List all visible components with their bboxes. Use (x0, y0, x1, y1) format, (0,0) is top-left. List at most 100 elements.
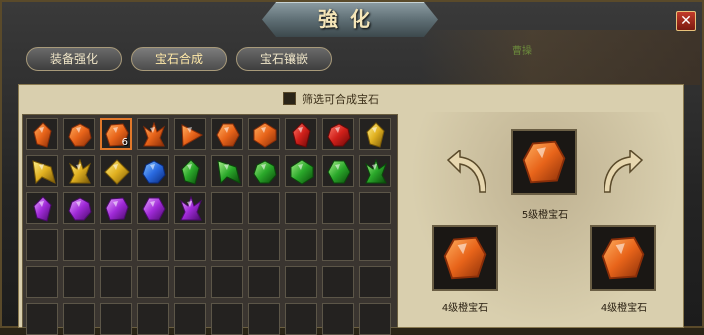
inventory-slot[interactable] (248, 303, 280, 335)
inventory-slot[interactable] (174, 266, 206, 298)
orange-gem-icon (443, 236, 487, 280)
yellow-gem-icon (366, 122, 385, 148)
close-button[interactable]: ✕ (676, 11, 696, 31)
purple-gem-icon (105, 197, 129, 221)
inventory-slot[interactable] (322, 229, 354, 261)
result-gem-label: 5级橙宝石 (521, 210, 569, 221)
inventory-slot[interactable] (359, 118, 391, 150)
inventory-slot[interactable] (100, 266, 132, 298)
inventory-slot[interactable] (359, 155, 391, 187)
inventory-slot[interactable] (211, 229, 243, 261)
inventory-slot[interactable] (211, 192, 243, 224)
orange-gem-icon (601, 236, 645, 280)
inventory-slot[interactable] (211, 155, 243, 187)
inventory-slot[interactable] (359, 266, 391, 298)
inventory-slot[interactable] (137, 118, 169, 150)
inventory-slot[interactable] (26, 303, 58, 335)
purple-gem-icon (142, 197, 166, 221)
inventory-slot[interactable] (100, 192, 132, 224)
yellow-gem-icon (68, 159, 92, 184)
green-gem-icon (290, 159, 314, 185)
background-scene (420, 30, 700, 85)
inventory-slot[interactable] (322, 118, 354, 150)
inventory-slot[interactable] (285, 266, 317, 298)
filter-checkbox[interactable] (283, 92, 296, 105)
inventory-slot[interactable] (100, 303, 132, 335)
blue-gem-icon (142, 160, 166, 184)
inventory-slot[interactable] (285, 303, 317, 335)
orange-gem-icon (522, 140, 566, 184)
inventory-slot[interactable] (63, 192, 95, 224)
item-count: 6 (121, 137, 128, 148)
inventory-slot[interactable] (26, 192, 58, 224)
inventory-slot[interactable] (100, 155, 132, 187)
orange-gem-icon (253, 122, 277, 148)
inventory-slot[interactable] (322, 303, 354, 335)
orange-gem-icon (216, 123, 240, 147)
inventory-slot[interactable] (26, 229, 58, 261)
inventory-slot[interactable] (211, 266, 243, 298)
inventory-slot[interactable] (100, 229, 132, 261)
filter-option[interactable]: 筛选可合成宝石 (283, 91, 379, 109)
inventory-slot[interactable] (285, 192, 317, 224)
material-gem-slot-1[interactable] (432, 225, 498, 291)
material-gem-slot-2[interactable] (590, 225, 656, 291)
inventory-slot[interactable] (248, 229, 280, 261)
tab-gem-inlay[interactable]: 宝石镶嵌 (236, 47, 332, 71)
inventory-slot[interactable] (137, 229, 169, 261)
inventory-slot[interactable] (248, 155, 280, 187)
material-gem-label-2: 4级橙宝石 (600, 303, 648, 314)
inventory-slot[interactable] (285, 229, 317, 261)
inventory-slot[interactable] (63, 155, 95, 187)
inventory-slot[interactable] (322, 266, 354, 298)
inventory-slot[interactable] (248, 266, 280, 298)
result-gem-slot[interactable] (511, 129, 577, 195)
inventory-slot[interactable] (285, 118, 317, 150)
inventory-slot[interactable] (322, 155, 354, 187)
yellow-gem-icon (32, 160, 56, 185)
inventory-slot[interactable] (137, 266, 169, 298)
orange-gem-icon (142, 122, 166, 147)
orange-gem-icon (33, 122, 52, 148)
inventory-slot[interactable] (248, 192, 280, 224)
inventory-slot[interactable] (63, 229, 95, 261)
inventory-slot[interactable] (137, 303, 169, 335)
inventory-slot[interactable] (26, 266, 58, 298)
tab-equipment-enhance[interactable]: 装备强化 (26, 47, 122, 71)
tab-gem-synthesis[interactable]: 宝石合成 (131, 47, 227, 71)
inventory-slot[interactable] (359, 229, 391, 261)
green-gem-icon (364, 159, 388, 184)
inventory-slot[interactable] (174, 192, 206, 224)
inventory-slot[interactable] (137, 155, 169, 187)
curved-arrow-right-icon (604, 150, 644, 193)
inventory-slot[interactable] (322, 192, 354, 224)
green-gem-icon (181, 159, 200, 185)
green-gem-icon (327, 160, 351, 184)
inventory-slot[interactable]: 6 (100, 118, 132, 150)
red-gem-icon (292, 122, 311, 148)
purple-gem-icon (33, 196, 52, 222)
inventory-slot[interactable] (285, 155, 317, 187)
inventory-slot[interactable] (63, 303, 95, 335)
inventory-slot[interactable] (211, 303, 243, 335)
inventory-slot[interactable] (26, 118, 58, 150)
inventory-slot[interactable] (174, 155, 206, 187)
inventory-slot[interactable] (211, 118, 243, 150)
inventory-slot[interactable] (174, 303, 206, 335)
inventory-slot[interactable] (359, 303, 391, 335)
background-scene-text: 曹操 (512, 46, 532, 57)
inventory-slot[interactable] (63, 118, 95, 150)
inventory-grid: 6 (22, 114, 398, 335)
window-title: 強化 (318, 7, 382, 31)
green-gem-icon (253, 160, 277, 184)
inventory-slot[interactable] (137, 192, 169, 224)
inventory-slot[interactable] (26, 155, 58, 187)
inventory-slot[interactable] (359, 192, 391, 224)
inventory-slot[interactable] (174, 229, 206, 261)
inventory-slot[interactable] (248, 118, 280, 150)
purple-gem-icon (179, 196, 203, 221)
inventory-slot[interactable] (174, 118, 206, 150)
green-gem-icon (217, 160, 241, 185)
curved-arrow-left-icon (446, 150, 486, 193)
inventory-slot[interactable] (63, 266, 95, 298)
